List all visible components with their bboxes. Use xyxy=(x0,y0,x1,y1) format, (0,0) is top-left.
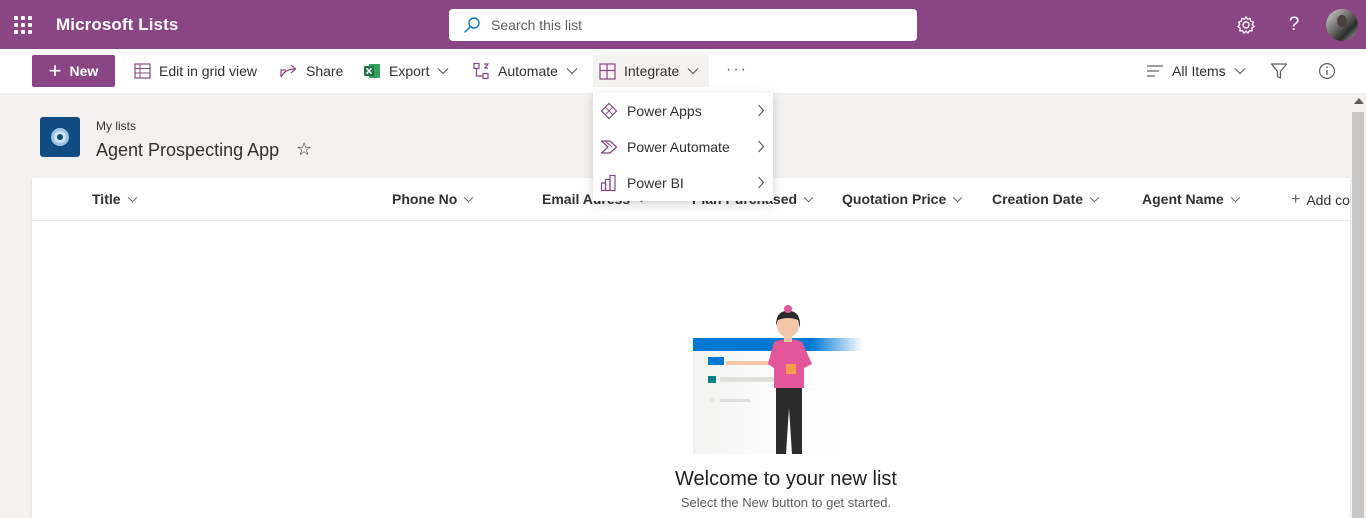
edit-grid-view-label: Edit in grid view xyxy=(159,63,258,79)
list-view: Title Phone No Email Adress Plan Purchas… xyxy=(32,178,1350,518)
chevron-down-icon xyxy=(803,196,814,202)
automate-button[interactable]: Automate xyxy=(466,55,584,87)
view-selector[interactable]: All Items xyxy=(1140,55,1252,87)
chevron-down-icon xyxy=(1089,196,1100,202)
column-header-label: Phone No xyxy=(392,191,458,207)
share-icon xyxy=(280,64,297,78)
filter-button[interactable] xyxy=(1264,55,1302,87)
chevron-down-icon xyxy=(952,196,963,202)
list-icon xyxy=(40,117,80,157)
plus-icon: + xyxy=(48,58,62,83)
integrate-label: Integrate xyxy=(624,63,680,79)
chevron-down-icon xyxy=(1234,68,1246,75)
automate-label: Automate xyxy=(498,63,558,79)
info-button[interactable] xyxy=(1312,55,1350,87)
chevron-right-icon xyxy=(758,176,765,189)
app-name[interactable]: Microsoft Lists xyxy=(56,15,178,35)
chevron-down-icon xyxy=(566,68,578,75)
column-header-creation-date[interactable]: Creation Date xyxy=(992,191,1100,207)
empty-state-title: Welcome to your new list xyxy=(675,468,897,490)
chevron-down-icon xyxy=(687,68,699,75)
chevron-down-icon xyxy=(438,68,449,75)
chevron-right-icon xyxy=(758,104,765,117)
help-icon[interactable]: ? xyxy=(1282,13,1306,37)
filter-icon xyxy=(1270,63,1288,79)
chevron-down-icon xyxy=(1230,196,1240,202)
favorite-star-icon[interactable]: ☆ xyxy=(296,139,312,160)
column-header-label: Title xyxy=(92,191,121,207)
suite-header: Microsoft Lists ? xyxy=(0,0,1366,49)
settings-gear-icon[interactable] xyxy=(1234,13,1258,37)
share-label: Share xyxy=(306,63,344,79)
chevron-down-icon xyxy=(127,196,137,202)
integrate-icon xyxy=(599,62,616,80)
menu-item-power-apps[interactable]: Power Apps xyxy=(593,93,773,129)
column-header-title[interactable]: Title xyxy=(92,191,138,207)
breadcrumb[interactable]: My lists xyxy=(96,119,136,133)
export-button[interactable]: Export xyxy=(357,55,455,87)
export-label: Export xyxy=(389,63,430,79)
excel-icon xyxy=(364,64,380,78)
flow-icon xyxy=(473,62,490,80)
share-button[interactable]: Share xyxy=(274,55,349,87)
scrollbar-thumb[interactable] xyxy=(1352,112,1364,518)
column-header-agent-name[interactable]: Agent Name xyxy=(1142,191,1241,207)
plus-icon: + xyxy=(1291,191,1301,208)
column-header-phone[interactable]: Phone No xyxy=(392,191,474,207)
search-box[interactable] xyxy=(449,9,917,41)
column-header-label: Agent Name xyxy=(1142,191,1224,207)
add-column-button[interactable]: + Add co xyxy=(1291,191,1350,209)
menu-item-power-automate[interactable]: Power Automate xyxy=(593,129,773,165)
view-selector-label: All Items xyxy=(1172,63,1226,79)
chevron-down-icon xyxy=(464,196,474,202)
integrate-menu: Power Apps Power Automate Power BI xyxy=(593,93,773,201)
column-header-label: Quotation Price xyxy=(842,191,947,207)
scroll-up-arrow-icon[interactable] xyxy=(1354,98,1364,104)
new-button-label: New xyxy=(69,63,99,79)
search-input[interactable] xyxy=(491,17,891,33)
command-bar: + New Edit in grid view Share Export Aut… xyxy=(0,49,1366,94)
view-lines-icon xyxy=(1147,65,1163,77)
column-header-label: Creation Date xyxy=(992,191,1084,207)
info-icon xyxy=(1318,62,1336,80)
chevron-right-icon xyxy=(758,140,765,153)
edit-grid-view-button[interactable]: Edit in grid view xyxy=(128,55,263,87)
more-options-icon[interactable]: ··· xyxy=(726,61,748,79)
power-apps-icon xyxy=(600,102,618,120)
power-automate-icon xyxy=(600,140,618,154)
add-column-label: Add co xyxy=(1306,192,1350,208)
avatar[interactable] xyxy=(1326,9,1358,41)
power-bi-icon xyxy=(600,174,616,192)
page-title: Agent Prospecting App xyxy=(96,140,280,160)
empty-list-illustration xyxy=(693,305,863,454)
menu-item-label: Power Automate xyxy=(627,139,730,155)
integrate-button[interactable]: Integrate xyxy=(593,55,709,87)
menu-item-label: Power Apps xyxy=(627,103,702,119)
column-header-quotation[interactable]: Quotation Price xyxy=(842,191,963,207)
menu-item-power-bi[interactable]: Power BI xyxy=(593,165,773,201)
search-icon xyxy=(464,17,480,33)
new-button[interactable]: + New xyxy=(32,55,115,87)
app-launcher-icon[interactable] xyxy=(14,16,32,34)
grid-icon xyxy=(134,63,151,79)
menu-item-label: Power BI xyxy=(627,175,684,191)
empty-state-subtitle: Select the New button to get started. xyxy=(680,495,892,510)
